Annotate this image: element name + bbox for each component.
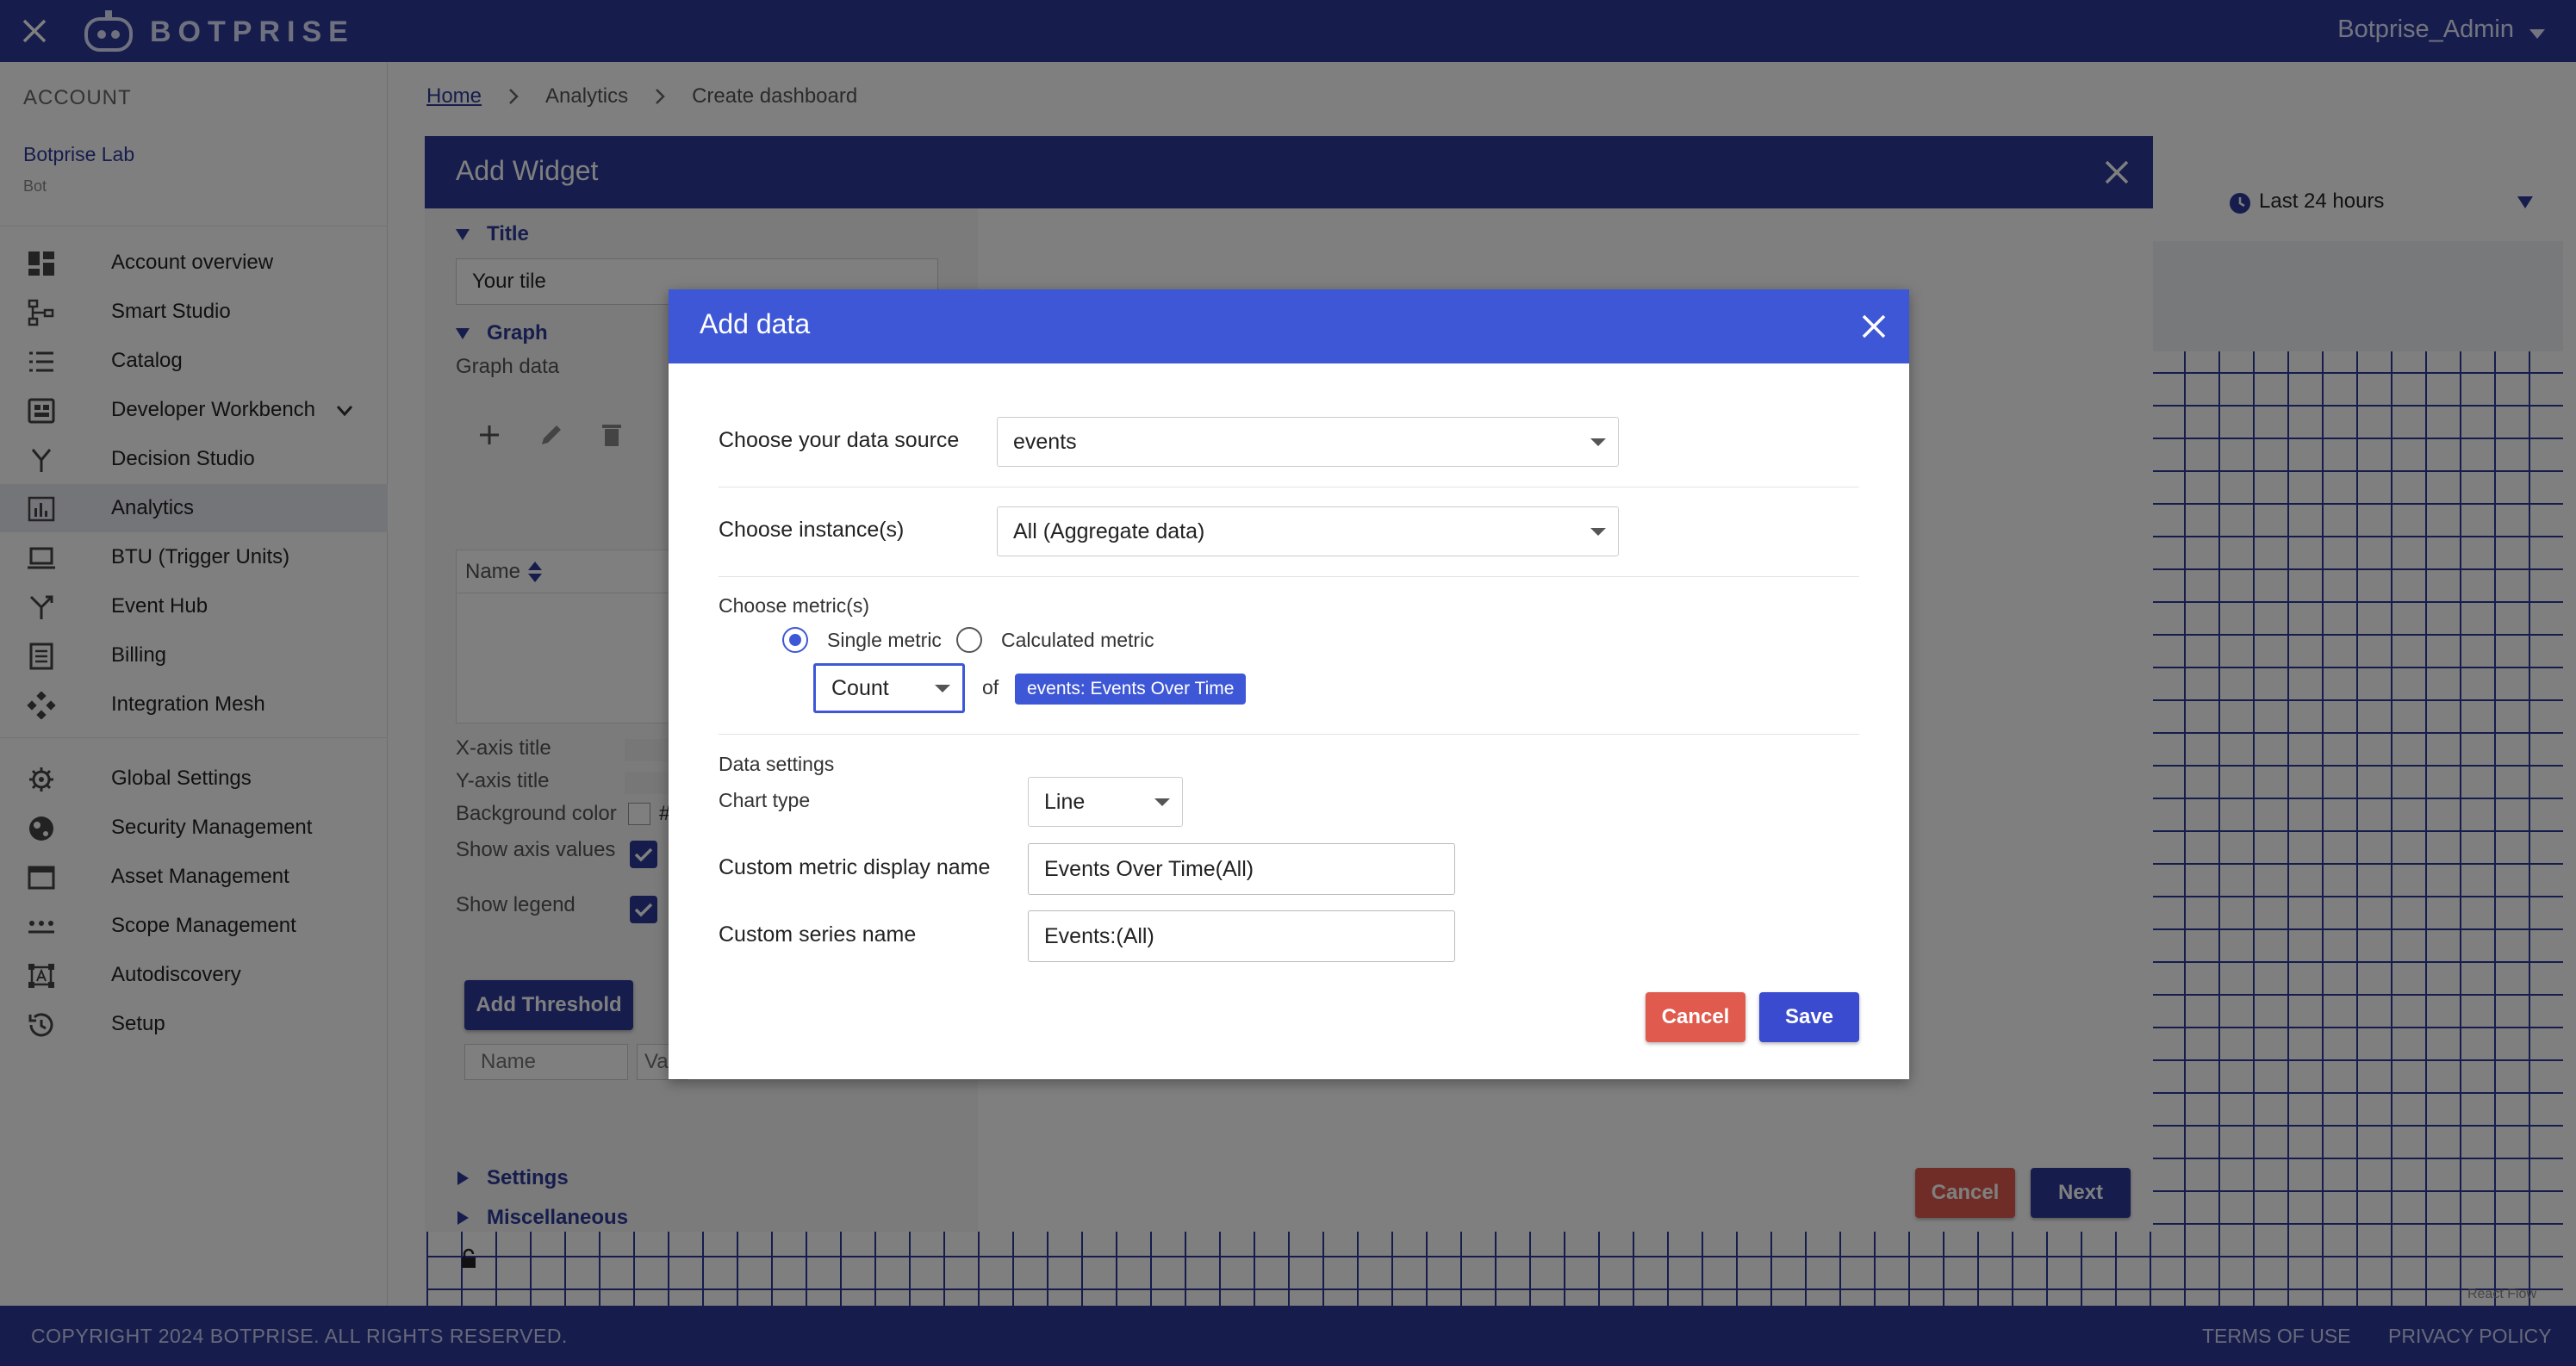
chevron-down-icon: [1590, 438, 1606, 446]
series-name-input[interactable]: Events:(All): [1028, 910, 1455, 962]
divider: [719, 734, 1859, 735]
of-label: of: [982, 676, 999, 699]
chart-type-select[interactable]: Line: [1028, 777, 1183, 827]
data-source-select[interactable]: events: [997, 417, 1619, 467]
aggregation-select[interactable]: Count: [813, 663, 965, 713]
series-name-label: Custom series name: [719, 922, 917, 947]
metric-chip[interactable]: events: Events Over Time: [1015, 674, 1247, 705]
aggregation-value: Count: [831, 675, 889, 700]
chevron-down-icon: [1590, 528, 1606, 536]
divider: [719, 576, 1859, 577]
display-name-label: Custom metric display name: [719, 855, 991, 879]
add-data-header: Add data: [669, 289, 1909, 363]
data-settings-label: Data settings: [719, 753, 835, 775]
cancel-button[interactable]: Cancel: [1646, 992, 1745, 1042]
metrics-label: Choose metric(s): [719, 594, 870, 617]
data-source-value: events: [1013, 429, 1077, 454]
single-metric-label[interactable]: Single metric: [827, 629, 942, 652]
chart-type-value: Line: [1044, 789, 1086, 814]
instances-label: Choose instance(s): [719, 518, 905, 542]
add-data-dialog: Add data Choose your data source events …: [669, 289, 1909, 1079]
chevron-down-icon: [935, 685, 950, 692]
display-name-input[interactable]: Events Over Time(All): [1028, 843, 1455, 895]
calculated-metric-radio[interactable]: [956, 627, 982, 653]
close-icon[interactable]: [1857, 310, 1890, 343]
chart-type-label: Chart type: [719, 789, 811, 811]
instances-select[interactable]: All (Aggregate data): [997, 506, 1619, 556]
data-source-label: Choose your data source: [719, 428, 960, 452]
single-metric-radio[interactable]: [782, 627, 808, 653]
add-data-title: Add data: [700, 308, 811, 339]
calculated-metric-label[interactable]: Calculated metric: [1001, 629, 1154, 652]
chevron-down-icon: [1154, 798, 1170, 806]
instances-value: All (Aggregate data): [1013, 518, 1205, 543]
save-button[interactable]: Save: [1759, 992, 1859, 1042]
